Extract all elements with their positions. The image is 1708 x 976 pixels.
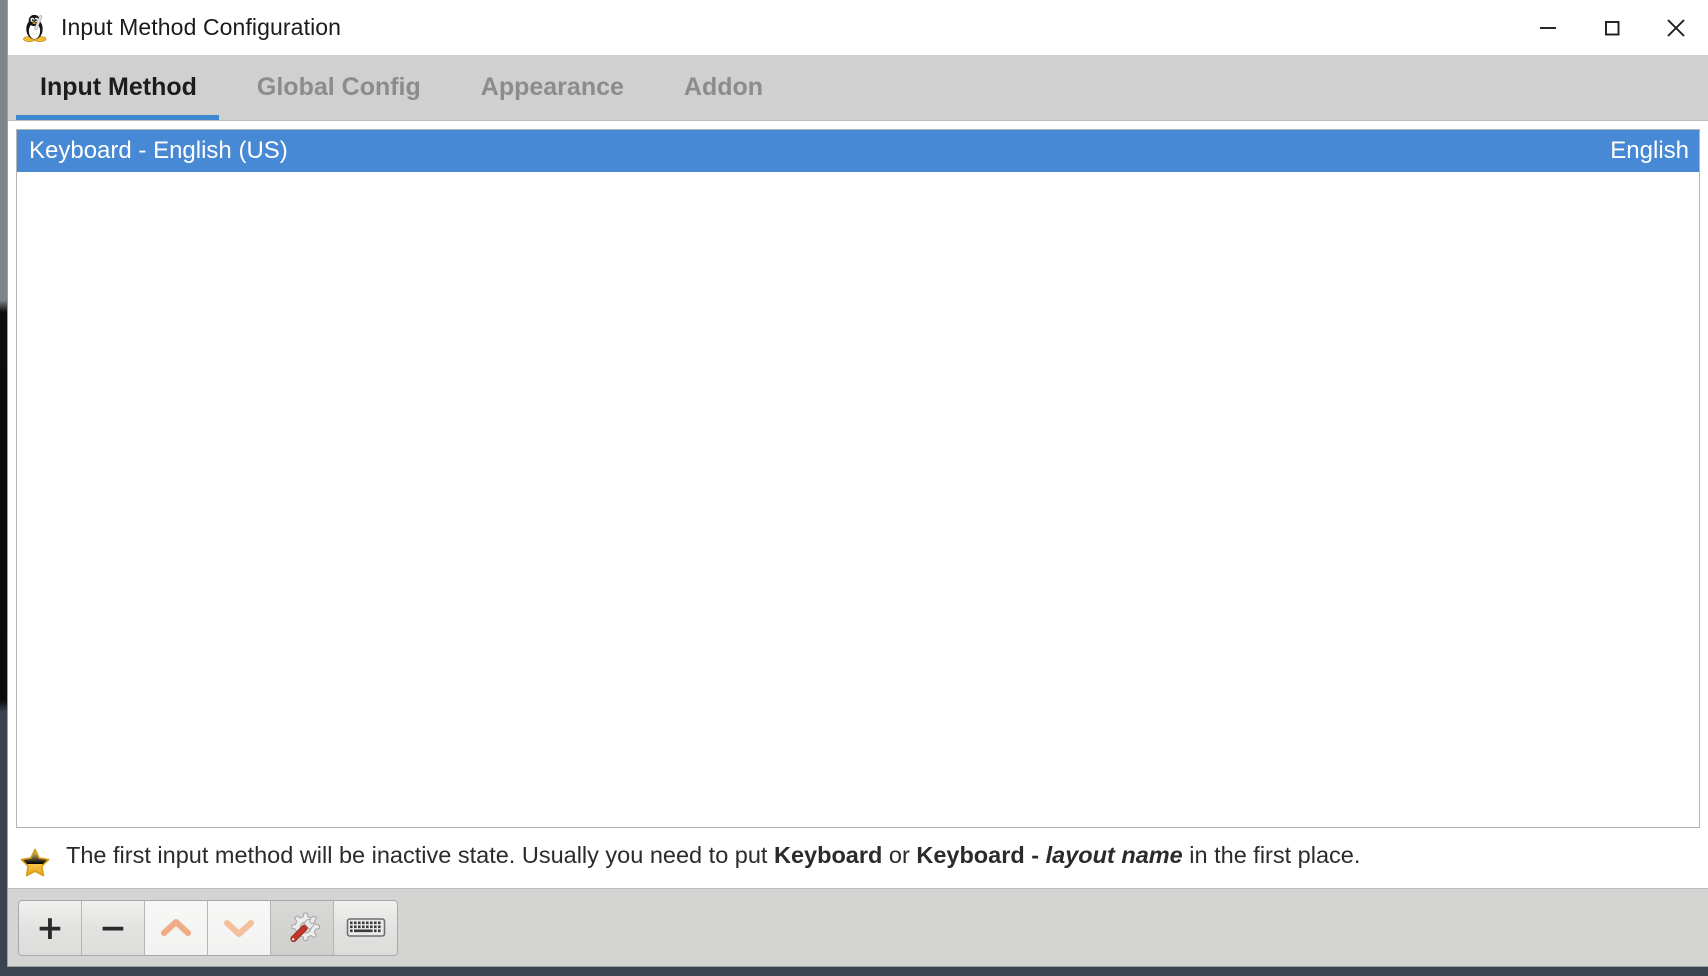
remove-input-method-button[interactable]: − — [82, 900, 145, 955]
window-bottom-edge-strip — [0, 967, 1708, 976]
hint-segment: Keyboard — [773, 842, 883, 868]
close-icon — [1663, 15, 1689, 41]
input-method-panel: Keyboard - English (US) English — [8, 121, 1708, 828]
tab-global-config-label: Global Config — [256, 73, 421, 101]
close-button[interactable] — [1644, 0, 1708, 55]
tab-input-method-label: Input Method — [40, 73, 197, 101]
move-up-button[interactable] — [145, 900, 208, 955]
desktop-background: Input Method Configuration Input Method … — [0, 0, 1708, 976]
star-icon — [18, 846, 52, 880]
maximize-icon — [1600, 16, 1624, 40]
window-title: Input Method Configuration — [61, 14, 342, 40]
minimize-button[interactable] — [1516, 0, 1580, 55]
add-input-method-button[interactable]: + — [19, 900, 82, 955]
tab-input-method[interactable]: Input Method — [8, 55, 227, 120]
tab-bar: Input Method Global Config Appearance Ad… — [8, 56, 1708, 121]
title-bar: Input Method Configuration — [8, 0, 1708, 56]
minimize-icon — [1536, 16, 1560, 40]
tab-appearance-label: Appearance — [480, 73, 624, 101]
move-down-button[interactable] — [208, 900, 271, 955]
hint-segment: or — [882, 842, 917, 868]
input-method-name: Keyboard - English (US) — [29, 137, 288, 164]
title-bar-left: Input Method Configuration — [8, 13, 341, 43]
configure-button[interactable] — [271, 900, 334, 955]
maximize-button[interactable] — [1580, 0, 1644, 55]
hint-segment: The first input method will be inactive … — [66, 842, 774, 868]
tab-addon-label: Addon — [683, 73, 764, 101]
list-toolbar: + − — [8, 888, 1708, 966]
gear-wrench-icon — [282, 908, 322, 948]
tab-global-config[interactable]: Global Config — [227, 55, 451, 120]
tux-penguin-icon — [20, 13, 50, 43]
hint-segment: layout name — [1045, 842, 1183, 868]
toolbar-button-group: + − — [18, 899, 398, 956]
tab-addon[interactable]: Addon — [654, 55, 793, 120]
chevron-up-icon — [159, 915, 193, 941]
window-controls — [1516, 0, 1708, 55]
window-left-edge-strip — [0, 0, 7, 976]
table-row[interactable]: Keyboard - English (US) English — [17, 130, 1699, 172]
plus-icon: + — [36, 908, 64, 947]
hint-text: The first input method will be inactive … — [66, 840, 1360, 872]
minus-icon: − — [99, 908, 127, 947]
input-method-language: English — [1610, 137, 1689, 164]
tab-appearance[interactable]: Appearance — [451, 55, 654, 120]
input-method-list[interactable]: Keyboard - English (US) English — [16, 129, 1700, 828]
hint-segment: in the first place. — [1182, 842, 1361, 868]
hint-segment: Keyboard - — [916, 842, 1046, 868]
keyboard-layout-button[interactable] — [334, 900, 397, 955]
chevron-down-icon — [222, 915, 256, 941]
keyboard-icon — [346, 915, 386, 941]
input-method-configuration-window: Input Method Configuration Input Method … — [7, 0, 1708, 967]
hint-bar: The first input method will be inactive … — [8, 828, 1708, 888]
